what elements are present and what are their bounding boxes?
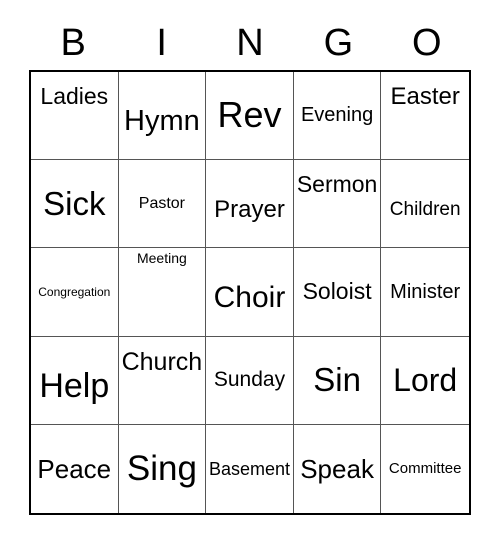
bingo-cell[interactable]: Meeting — [118, 248, 207, 337]
bingo-cell[interactable]: Peace — [31, 424, 119, 513]
bingo-cell[interactable]: Easter — [381, 72, 469, 161]
bingo-cell[interactable]: Ladies — [31, 72, 119, 161]
bingo-cell[interactable]: Basement — [206, 424, 294, 513]
bingo-cell[interactable]: Lord — [381, 337, 469, 425]
bingo-cell-label: Sermon — [296, 171, 378, 198]
bingo-cell-label: Congregation — [38, 284, 111, 299]
bingo-cell-label: Meeting — [136, 250, 187, 267]
bingo-cell-label: Choir — [213, 280, 286, 314]
bingo-cell[interactable]: Choir — [206, 248, 294, 337]
bingo-cell[interactable]: Sick — [31, 160, 119, 249]
bingo-cell[interactable]: Evening — [293, 72, 382, 161]
bingo-cell-label: Rev — [217, 94, 282, 136]
bingo-header-cell-o: O — [383, 16, 471, 70]
bingo-header-letter: B — [60, 22, 86, 64]
bingo-cell-label: Minister — [390, 280, 461, 303]
bingo-cell[interactable]: Speak — [294, 424, 382, 513]
bingo-cell-label: Committee — [388, 460, 462, 478]
bingo-cell[interactable]: Sermon — [293, 160, 382, 249]
bingo-cell-label: Church — [121, 347, 203, 376]
bingo-cell[interactable]: Pastor — [118, 160, 207, 249]
bingo-header-letter: N — [236, 22, 264, 64]
bingo-cell-label: Sick — [43, 184, 106, 222]
bingo-cell[interactable]: Soloist — [293, 248, 382, 337]
bingo-grid: Ladies Hymn Rev Evening Easter Sick Pastor Pray… — [29, 70, 471, 515]
bingo-cell-label: Soloist — [302, 278, 372, 305]
bingo-cell[interactable]: Sin — [293, 336, 382, 425]
bingo-header-letter: I — [156, 22, 167, 64]
bingo-cell-label: Evening — [300, 104, 374, 127]
bingo-cell[interactable]: Sunday — [206, 336, 294, 425]
bingo-cell-label: Sunday — [213, 368, 286, 392]
bingo-header-cell-g: G — [294, 16, 382, 70]
bingo-header-cell-b: B — [29, 16, 117, 70]
bingo-cell-label: Sin — [313, 361, 361, 399]
bingo-header-letter: O — [412, 22, 442, 64]
bingo-cell-label: Peace — [37, 453, 112, 484]
bingo-cell[interactable]: Minister — [381, 248, 469, 337]
bingo-cell[interactable]: Sing — [119, 424, 207, 513]
bingo-cell[interactable]: Committee — [381, 425, 469, 513]
bingo-cell-label: Lord — [393, 361, 458, 398]
bingo-cell-label: Prayer — [214, 195, 285, 223]
bingo-header-row: BINGO — [29, 16, 471, 70]
bingo-cell-label: Ladies — [40, 83, 109, 109]
bingo-card: B I N G O Ladies Hymn Rev Evening Easter Sick Past… — [0, 0, 500, 544]
bingo-cell[interactable]: Prayer — [206, 160, 294, 249]
bingo-cell[interactable]: Rev — [206, 72, 294, 161]
bingo-cell-label: Speak — [300, 453, 374, 484]
bingo-cell[interactable]: Help — [31, 336, 119, 425]
bingo-header-letter: G — [323, 22, 354, 64]
bingo-header-cell-i: I — [117, 16, 205, 70]
bingo-cell[interactable]: Children — [381, 160, 469, 249]
bingo-header-cell-n: N — [206, 16, 294, 70]
bingo-cell-label: Easter — [390, 83, 460, 110]
bingo-cell-label: Basement — [208, 458, 291, 479]
bingo-cell-label: Children — [389, 199, 461, 221]
bingo-cell[interactable]: Congregation — [31, 248, 119, 337]
bingo-cell-label: Pastor — [138, 194, 186, 212]
bingo-cell[interactable]: Church — [118, 336, 207, 425]
bingo-cell-label: Help — [39, 366, 110, 405]
bingo-cell-label: Hymn — [124, 104, 200, 137]
bingo-cell[interactable]: Hymn — [118, 72, 207, 161]
bingo-cell-label: Sing — [126, 449, 197, 489]
